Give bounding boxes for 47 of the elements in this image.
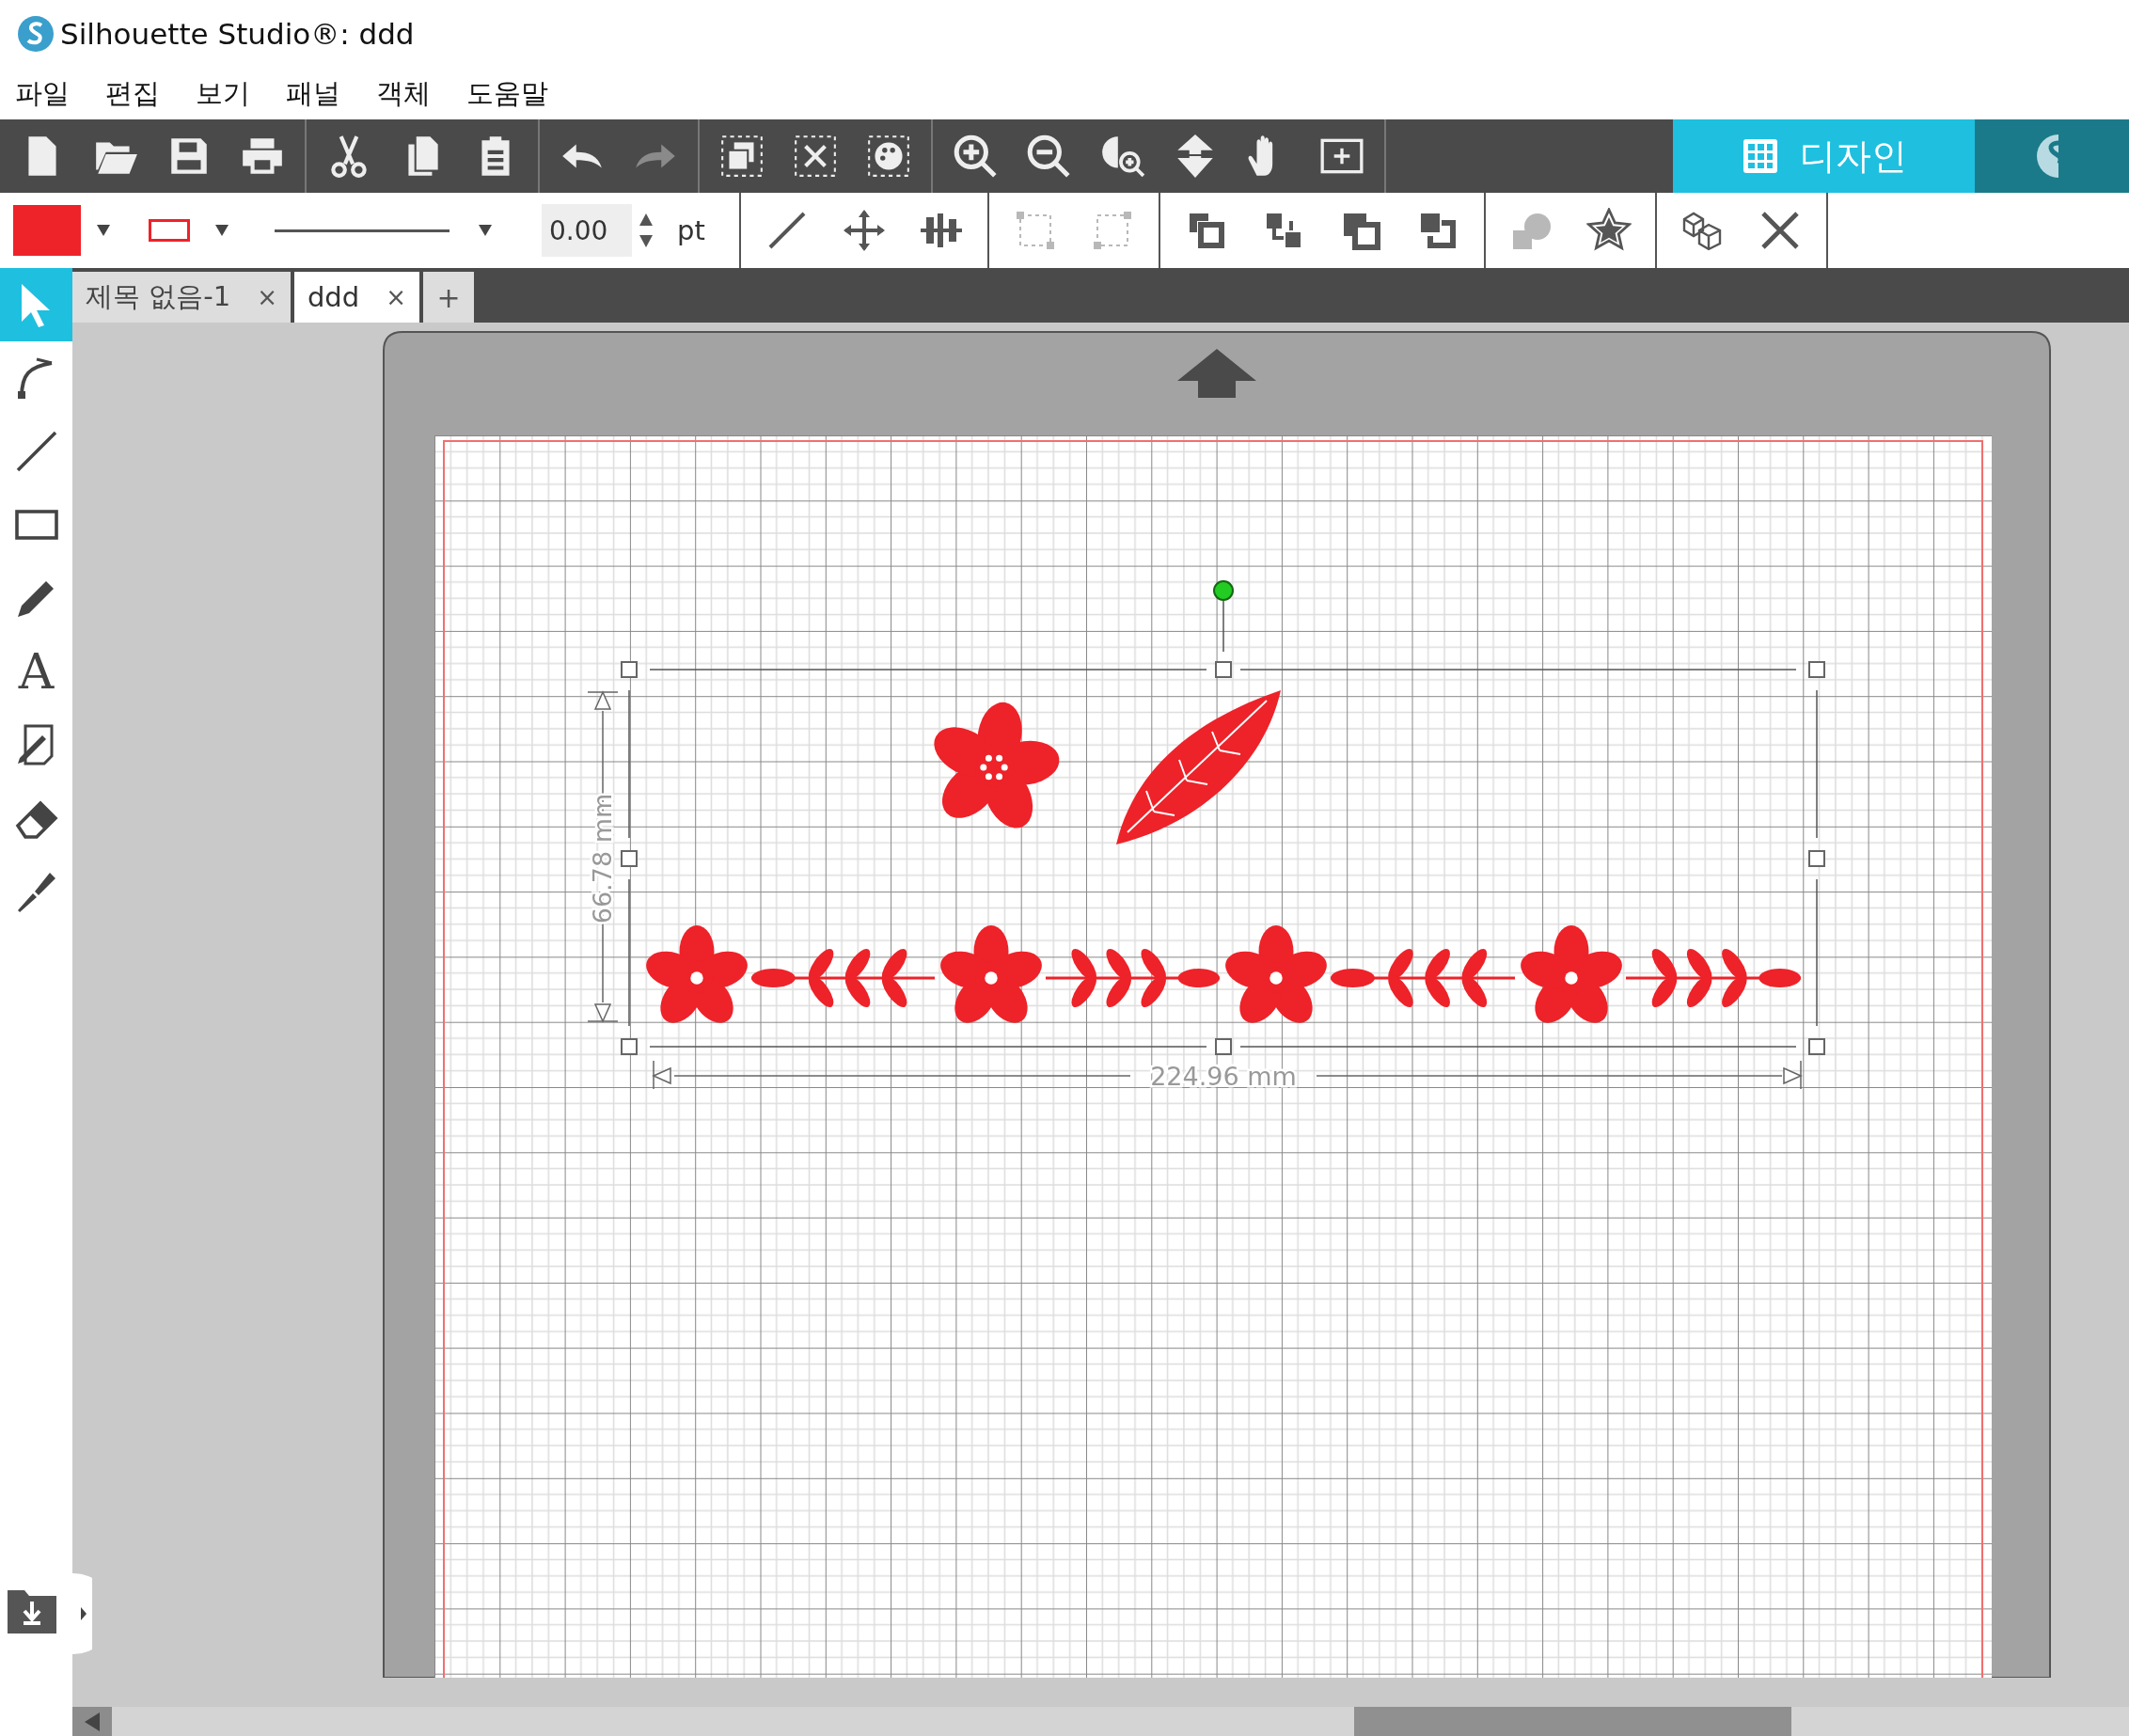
line-color-swatch[interactable] xyxy=(149,219,190,242)
flower-drawing[interactable] xyxy=(934,702,1060,829)
rotate-handle-line xyxy=(1222,600,1224,653)
resize-handle[interactable] xyxy=(1215,1038,1232,1055)
resize-handle[interactable] xyxy=(621,661,638,678)
height-dimension-label: 66.78 mm xyxy=(588,793,617,924)
left-arrow-icon xyxy=(83,1711,102,1732)
scrollbar-thumb[interactable] xyxy=(1354,1707,1791,1736)
up-arrow-icon xyxy=(1177,349,1256,398)
text-tool[interactable]: A xyxy=(18,647,55,696)
window-title: Silhouette Studio®: ddd xyxy=(60,17,415,51)
resize-handle[interactable] xyxy=(1808,850,1825,867)
new-tab-button[interactable]: + xyxy=(422,272,474,323)
dashed-squares-icon[interactable] xyxy=(718,133,765,180)
grid-icon xyxy=(1741,137,1779,175)
app-logo-icon xyxy=(17,15,55,53)
line-width-field[interactable]: 0.00 xyxy=(542,204,632,257)
zoom-in-icon[interactable] xyxy=(952,133,999,180)
zoom-out-icon[interactable] xyxy=(1025,133,1072,180)
resize-handle[interactable] xyxy=(621,1038,638,1055)
star-icon[interactable] xyxy=(1585,208,1632,253)
dropdown-caret-icon[interactable] xyxy=(478,224,493,237)
menu-item[interactable]: 패널 xyxy=(286,74,340,113)
resize-handle[interactable] xyxy=(621,850,638,867)
menu-item[interactable]: 편집 xyxy=(105,74,160,113)
fill-color-swatch[interactable] xyxy=(13,205,81,256)
menu-item[interactable]: 보기 xyxy=(196,74,250,113)
menu-item[interactable]: 파일 xyxy=(15,74,70,113)
menu-item[interactable]: 객체 xyxy=(376,74,431,113)
tab-close-button[interactable]: × xyxy=(257,283,277,311)
resize-handle[interactable] xyxy=(1808,1038,1825,1055)
document-tab[interactable]: ddd × xyxy=(293,272,419,323)
scroll-left-button[interactable] xyxy=(72,1707,112,1736)
unit-label: pt xyxy=(677,214,705,246)
palette-icon[interactable] xyxy=(865,133,912,180)
line-style-sample[interactable] xyxy=(275,229,449,232)
spinner-arrows-icon[interactable] xyxy=(638,212,654,249)
dropdown-caret-icon[interactable] xyxy=(96,224,111,237)
resize-handle[interactable] xyxy=(1808,661,1825,678)
leaf-drawing[interactable] xyxy=(1116,690,1281,844)
tab-close-button[interactable]: × xyxy=(386,283,406,311)
floral-border-drawing[interactable] xyxy=(646,925,1801,1023)
dropdown-caret-icon[interactable] xyxy=(214,224,229,237)
dashed-x-icon[interactable] xyxy=(792,133,839,180)
menu-item[interactable]: 도움말 xyxy=(466,74,548,113)
document-tab[interactable]: 제목 없음-1 × xyxy=(72,272,291,323)
resize-handle[interactable] xyxy=(1215,661,1232,678)
